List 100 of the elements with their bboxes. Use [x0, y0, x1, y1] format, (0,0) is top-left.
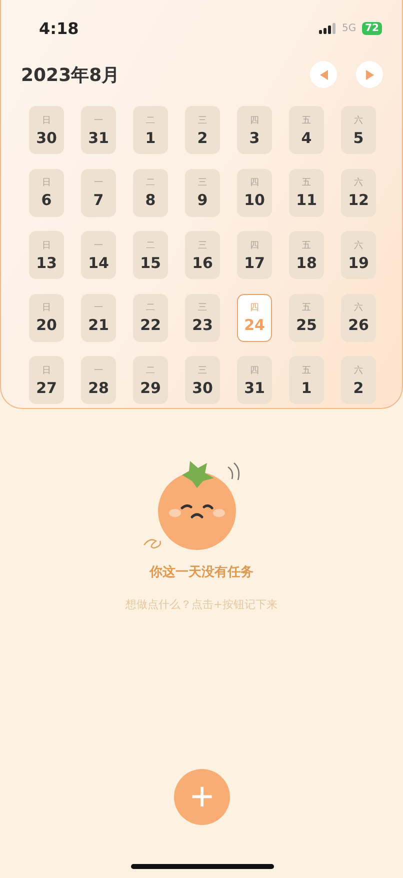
date-number: 29 — [140, 378, 161, 396]
weekday-label: 三 — [198, 302, 207, 314]
previous-month-button[interactable] — [310, 61, 337, 88]
date-number: 8 — [145, 191, 156, 209]
calendar-day[interactable]: 四 3 — [237, 106, 272, 154]
weekday-label: 四 — [250, 177, 259, 189]
date-number: 1 — [145, 128, 156, 146]
calendar-day[interactable]: 日 20 — [29, 294, 64, 342]
weekday-label: 四 — [250, 114, 259, 126]
next-month-button[interactable] — [356, 61, 383, 88]
date-number: 9 — [197, 191, 208, 209]
calendar-day[interactable]: 五 1 — [289, 356, 324, 404]
date-number: 31 — [88, 128, 109, 146]
date-number: 2 — [353, 378, 364, 396]
date-number: 10 — [244, 191, 265, 209]
calendar-day[interactable]: 四 17 — [237, 231, 272, 279]
calendar-day[interactable]: 二 1 — [133, 106, 168, 154]
date-number: 19 — [348, 254, 369, 272]
weekday-label: 三 — [198, 240, 207, 252]
signal-icon — [318, 22, 336, 34]
weekday-label: 三 — [198, 364, 207, 376]
calendar-day[interactable]: 四 10 — [237, 168, 272, 216]
calendar-day[interactable]: 四 31 — [237, 356, 272, 404]
calendar-day[interactable]: 五 11 — [289, 168, 324, 216]
calendar-day[interactable]: 五 18 — [289, 231, 324, 279]
date-number: 21 — [88, 316, 109, 334]
calendar-day[interactable]: 二 22 — [133, 294, 168, 342]
weekday-label: 六 — [354, 302, 363, 314]
date-number: 31 — [244, 378, 265, 396]
date-number: 6 — [41, 191, 52, 209]
calendar-day[interactable]: 二 15 — [133, 231, 168, 279]
weekday-label: 六 — [354, 364, 363, 376]
calendar-day[interactable]: 三 23 — [185, 294, 220, 342]
date-number: 4 — [301, 128, 312, 146]
weekday-label: 二 — [146, 302, 155, 314]
weekday-label: 五 — [302, 364, 311, 376]
date-number: 11 — [296, 191, 317, 209]
date-number: 22 — [140, 316, 161, 334]
calendar-day[interactable]: 六 5 — [341, 106, 376, 154]
date-number: 25 — [296, 316, 317, 334]
weekday-label: 五 — [302, 240, 311, 252]
weekday-label: 日 — [42, 240, 51, 252]
calendar-day[interactable]: 六 2 — [341, 356, 376, 404]
calendar-day[interactable]: 日 6 — [29, 168, 64, 216]
weekday-label: 日 — [42, 364, 51, 376]
weekday-label: 日 — [42, 177, 51, 189]
date-number: 13 — [36, 254, 57, 272]
calendar-day[interactable]: 日 13 — [29, 231, 64, 279]
weekday-label: 三 — [198, 114, 207, 126]
calendar-day[interactable]: 日 27 — [29, 356, 64, 404]
calendar-day[interactable]: 六 19 — [341, 231, 376, 279]
weekday-label: 六 — [354, 240, 363, 252]
calendar-day[interactable]: 六 26 — [341, 294, 376, 342]
calendar-day[interactable]: 三 30 — [185, 356, 220, 404]
calendar-day[interactable]: 日 30 — [29, 106, 64, 154]
date-number: 16 — [192, 254, 213, 272]
calendar-day[interactable]: 三 2 — [185, 106, 220, 154]
date-number: 3 — [249, 128, 260, 146]
date-number: 1 — [301, 378, 312, 396]
status-time: 4:18 — [39, 18, 79, 38]
date-number: 14 — [88, 254, 109, 272]
battery-indicator: 72 — [362, 22, 382, 34]
date-number: 5 — [353, 128, 364, 146]
weekday-label: 六 — [354, 176, 363, 189]
date-number: 24 — [244, 316, 265, 334]
date-number: 7 — [93, 191, 104, 209]
date-number: 23 — [192, 316, 213, 334]
date-number: 30 — [36, 128, 57, 146]
calendar-day[interactable]: 六 12 — [341, 168, 376, 216]
weekday-label: 日 — [42, 302, 51, 314]
calendar-day[interactable]: 三 9 — [185, 168, 220, 216]
date-number: 20 — [36, 316, 57, 334]
calendar-day[interactable]: 五 25 — [289, 294, 324, 342]
calendar-day[interactable]: 二 29 — [133, 356, 168, 404]
weekday-label: 四 — [250, 240, 259, 252]
weekday-label: 二 — [146, 177, 155, 189]
weekday-label: 五 — [302, 177, 311, 189]
right-triangle-icon — [364, 68, 374, 80]
date-number: 27 — [36, 378, 57, 396]
calendar-day[interactable]: 二 8 — [133, 168, 168, 216]
date-number: 30 — [192, 378, 213, 396]
weekday-label: 三 — [198, 177, 207, 189]
date-number: 28 — [88, 378, 109, 396]
weekday-label: 四 — [250, 364, 259, 376]
weekday-label: 四 — [250, 302, 259, 314]
weekday-label: 日 — [42, 114, 51, 126]
date-number: 15 — [140, 254, 161, 272]
empty-state-hint: 想做点什么？点击+按钮记下来 — [125, 597, 278, 612]
network-label: 5G — [342, 22, 356, 34]
date-number: 18 — [296, 254, 317, 272]
weekday-label: 二 — [146, 114, 155, 126]
date-number: 17 — [244, 254, 265, 272]
weekday-label: 六 — [354, 114, 363, 126]
date-number: 12 — [348, 191, 369, 209]
weekday-label: 二 — [146, 364, 155, 376]
calendar-day[interactable]: 五 4 — [289, 106, 324, 154]
left-triangle-icon — [318, 68, 328, 80]
date-number: 2 — [197, 128, 208, 146]
calendar-day[interactable]: 三 16 — [185, 231, 220, 279]
month-title: 2023年8月 — [21, 64, 120, 86]
